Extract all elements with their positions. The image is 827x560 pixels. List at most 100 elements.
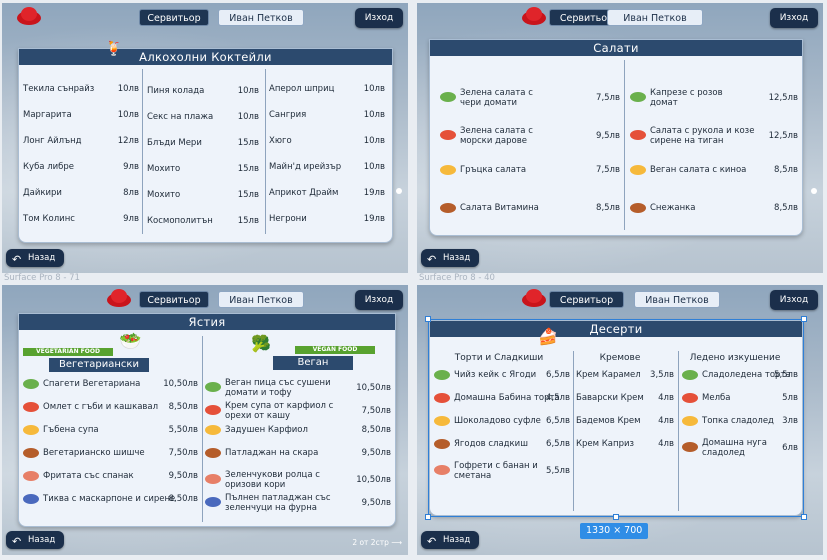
menu-item[interactable]: Хюго 10лв	[269, 135, 385, 147]
dish-photo-icon	[440, 165, 456, 175]
menu-item[interactable]: Салата Витамина 8,5лв	[440, 202, 620, 214]
menu-item[interactable]: Лонг Айлънд 12лв	[23, 135, 139, 147]
menu-item-name: Гръцка салата	[460, 165, 527, 175]
selection-frame[interactable]	[428, 319, 804, 517]
vegetarian-title: Вегетариански	[49, 358, 149, 372]
arrow-right-icon: ⟶	[391, 538, 402, 547]
menu-item-price: 10лв	[363, 162, 385, 172]
menu-item[interactable]: Мохито 15лв	[147, 163, 259, 175]
cocktails-card: Алкохолни Коктейли 🍹 Текила сънрайз 10лв М…	[18, 41, 393, 243]
menu-item[interactable]: Вегетарианско шишче 7,50лв	[23, 447, 198, 459]
menu-item[interactable]: Тиква с маскарпоне и сирене 8,50лв	[23, 493, 198, 505]
menu-item-price: 15лв	[237, 138, 259, 148]
menu-item-price: 12,5лв	[768, 93, 798, 103]
menu-item[interactable]: Майн'д ирейзър 10лв	[269, 161, 385, 173]
menu-item[interactable]: Маргарита 10лв	[23, 109, 139, 121]
menu-item[interactable]: Пълнен патладжан със зеленчуци на фурна 9…	[205, 493, 391, 515]
screen-salads: Сервитьор Иван Петков Изход Салати Зелен…	[417, 3, 823, 273]
menu-item-name: Вегетарианско шишче	[43, 448, 145, 458]
menu-item-price: 9,50лв	[361, 498, 391, 508]
resize-handle[interactable]	[613, 514, 619, 520]
menu-item[interactable]: Мохито 15лв	[147, 189, 259, 201]
salads-col-2: Капрезе с розов домат 12,5лв Салата с руко…	[630, 58, 798, 231]
dish-photo-icon	[205, 474, 221, 484]
menu-item-name: Веган пица със сушени домати и тофу	[225, 378, 331, 398]
menu-item[interactable]: Зелена салата с чери домати 7,5лв	[440, 88, 620, 110]
menu-item[interactable]: Гъбена супа 5,50лв	[23, 424, 198, 436]
menu-item[interactable]: Априкот Драйм 19лв	[269, 187, 385, 199]
exit-button[interactable]: Изход	[355, 290, 403, 310]
menu-item-price: 15лв	[237, 216, 259, 226]
resize-handle[interactable]	[801, 316, 807, 322]
menu-item-price: 10лв	[363, 110, 385, 120]
menu-item[interactable]: Снежанка 8,5лв	[630, 202, 798, 214]
back-button[interactable]: ↶ Назад	[6, 249, 64, 267]
menu-item-name: Омлет с гъби и кашкавал	[43, 402, 159, 412]
menu-item-price: 10,50лв	[356, 475, 391, 485]
dish-photo-icon	[23, 494, 39, 504]
vegan-title: Веган	[273, 356, 353, 370]
back-button[interactable]: ↶ Назад	[6, 531, 64, 549]
menu-item[interactable]: Крем супа от карфиол с орехи от кашу 7,50…	[205, 401, 391, 423]
resize-handle[interactable]	[425, 514, 431, 520]
back-button[interactable]: ↶ Назад	[421, 531, 479, 549]
menu-item-name: Маргарита	[23, 110, 72, 120]
menu-item[interactable]: Омлет с гъби и кашкавал 8,50лв	[23, 401, 198, 413]
resize-handle[interactable]	[425, 316, 431, 322]
menu-item[interactable]: Фритата със спанак 9,50лв	[23, 470, 198, 482]
menu-item[interactable]: Дайкири 8лв	[23, 187, 139, 199]
menu-item[interactable]: Блъди Мери 15лв	[147, 137, 259, 149]
waiter-hat-icon	[522, 7, 546, 25]
frame-caption-1: Surface Pro 8 - 71	[4, 273, 80, 283]
menu-item[interactable]: Веган салата с киноа 8,5лв	[630, 164, 798, 176]
menu-item-name: Текила сънрайз	[23, 84, 95, 94]
next-page-button[interactable]: 2 от 2стр ⟶	[352, 538, 402, 547]
menu-item[interactable]: Куба либре 9лв	[23, 161, 139, 173]
menu-item[interactable]: Капрезе с розов домат 12,5лв	[630, 88, 798, 110]
menu-item[interactable]: Салата с рукола и козе сирене на тиган 12…	[630, 126, 798, 148]
menu-item[interactable]: Сангрия 10лв	[269, 109, 385, 121]
menu-item-name: Лонг Айлънд	[23, 136, 82, 146]
menu-item-price: 9лв	[123, 214, 139, 224]
menu-item-price: 8лв	[123, 188, 139, 198]
dimension-badge: 1330 × 700	[580, 523, 649, 539]
waiter-label: Сервитьор	[139, 291, 209, 308]
menu-item[interactable]: Пиня колада 10лв	[147, 85, 259, 97]
menu-item-name: Майн'д ирейзър	[269, 162, 342, 172]
menu-item[interactable]: Космополитън 15лв	[147, 215, 259, 227]
back-arrow-icon: ↶	[12, 535, 22, 548]
dishes-col-1: Спагети Вегетариана 10,50лв Омлет с гъби и…	[23, 378, 198, 522]
menu-item-name: Том Колинс	[23, 214, 75, 224]
back-button[interactable]: ↶ Назад	[421, 249, 479, 267]
menu-item[interactable]: Зеленчукови ролца с оризови кори 10,50лв	[205, 470, 391, 492]
menu-item-price: 10,50лв	[163, 379, 198, 389]
exit-button[interactable]: Изход	[355, 8, 403, 28]
menu-item[interactable]: Зелена салата с морски дарове 9,5лв	[440, 126, 620, 148]
menu-item[interactable]: Задушен Карфиол 8,50лв	[205, 424, 391, 436]
menu-item[interactable]: Секс на плажа 10лв	[147, 111, 259, 123]
menu-item[interactable]: Спагети Вегетариана 10,50лв	[23, 378, 198, 390]
menu-item[interactable]: Гръцка салата 7,5лв	[440, 164, 620, 176]
menu-item-price: 8,50лв	[168, 402, 198, 412]
cocktail-glass-icon: 🍹	[105, 41, 123, 57]
menu-item[interactable]: Текила сънрайз 10лв	[23, 83, 139, 95]
screen-dishes: Сервитьор Иван Петков Изход Ястия VEGETA…	[2, 285, 408, 555]
menu-item-name: Капрезе с розов домат	[650, 88, 723, 108]
waiter-name: Иван Петков	[218, 291, 304, 308]
resize-handle[interactable]	[801, 514, 807, 520]
menu-item[interactable]: Негрони 19лв	[269, 213, 385, 225]
menu-item[interactable]: Аперол шприц 10лв	[269, 83, 385, 95]
menu-item[interactable]: Патладжан на скара 9,50лв	[205, 447, 391, 459]
page-dot	[811, 188, 817, 194]
exit-button[interactable]: Изход	[770, 8, 818, 28]
menu-item[interactable]: Том Колинс 9лв	[23, 213, 139, 225]
menu-item-price: 9,50лв	[168, 471, 198, 481]
dish-photo-icon	[440, 92, 456, 102]
menu-item-name: Пиня колада	[147, 86, 205, 96]
menu-item-price: 15лв	[237, 190, 259, 200]
menu-item-name: Дайкири	[23, 188, 62, 198]
menu-item-price: 10лв	[363, 136, 385, 146]
menu-item[interactable]: Веган пица със сушени домати и тофу 10,50…	[205, 378, 391, 400]
exit-button[interactable]: Изход	[770, 290, 818, 310]
vegetarian-food-banner: VEGETARIAN FOOD	[23, 348, 113, 356]
